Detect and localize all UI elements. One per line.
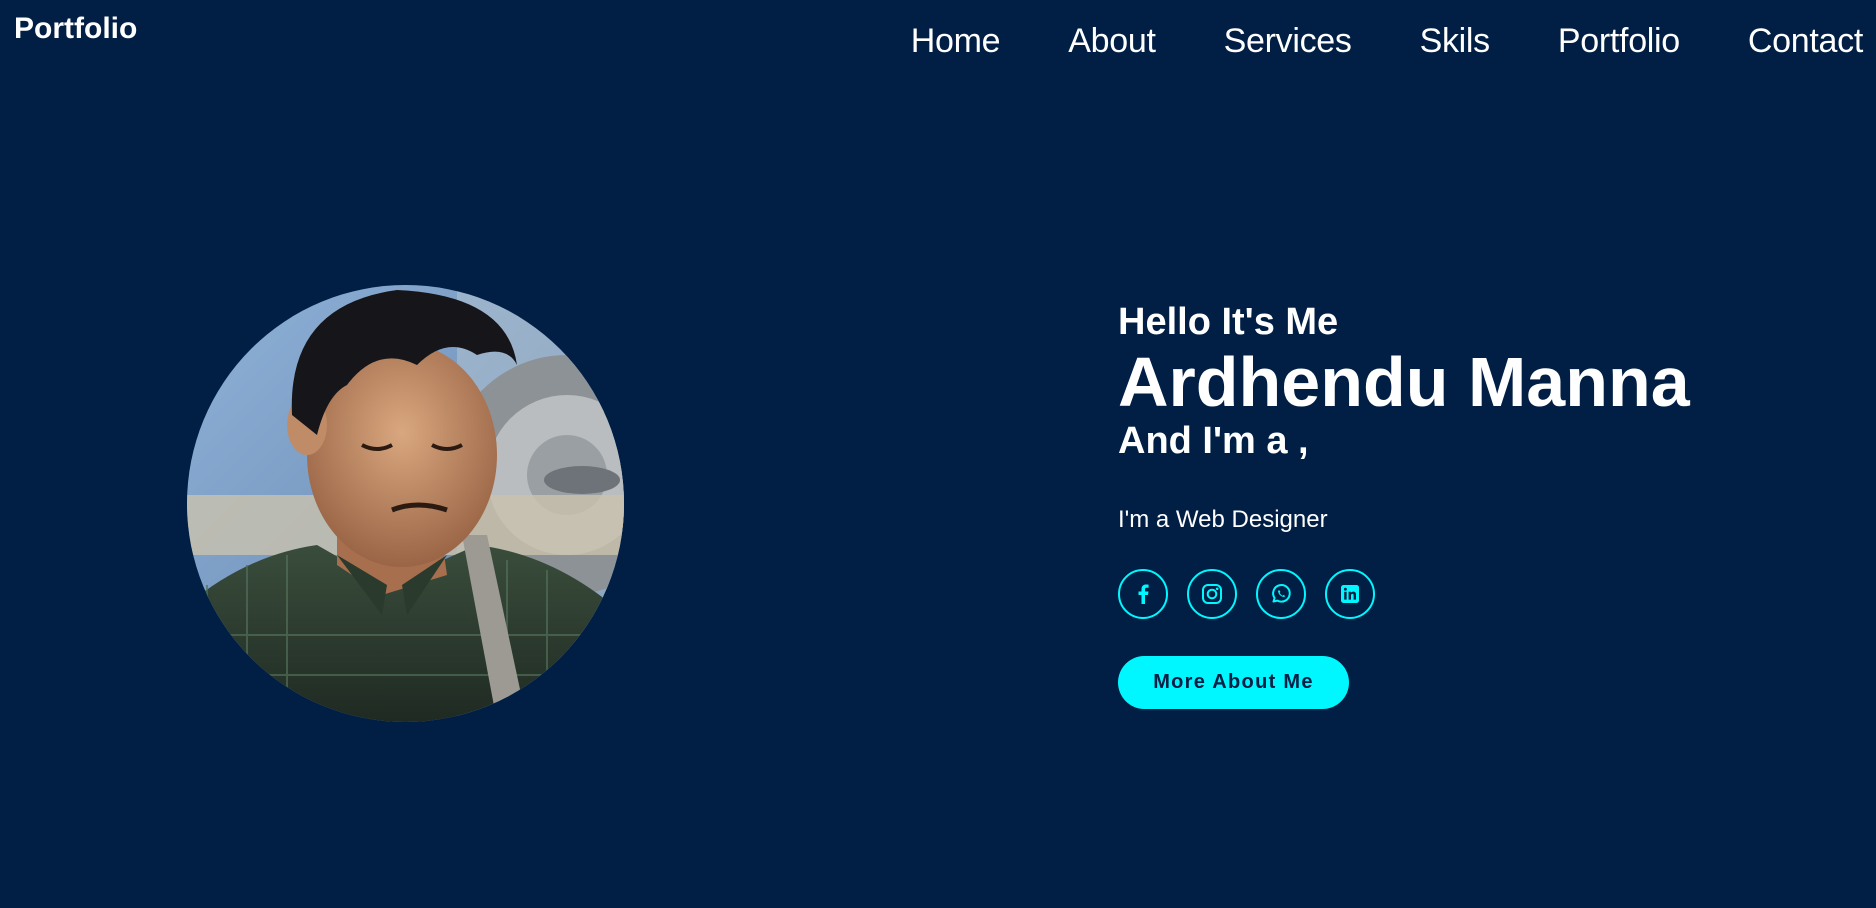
hero-name: Ardhendu Manna xyxy=(1118,343,1690,421)
hero-role-line: And I'm a , xyxy=(1118,420,1309,462)
nav-contact[interactable]: Contact xyxy=(1748,22,1863,61)
site-logo[interactable]: Portfolio xyxy=(14,12,137,46)
hero-subtitle: I'm a Web Designer xyxy=(1118,506,1328,533)
nav-about[interactable]: About xyxy=(1068,22,1156,61)
main-nav: Home About Services Skils Portfolio Cont… xyxy=(911,22,1864,61)
nav-portfolio[interactable]: Portfolio xyxy=(1558,22,1680,61)
page: Portfolio Home About Services Skils Port… xyxy=(0,0,1876,908)
social-links xyxy=(1118,569,1690,619)
hero-greeting: Hello It's Me xyxy=(1118,301,1339,343)
facebook-icon xyxy=(1138,584,1149,604)
instagram-icon xyxy=(1202,584,1222,604)
profile-photo-illustration xyxy=(187,285,624,722)
nav-home[interactable]: Home xyxy=(911,22,1001,61)
whatsapp-link[interactable] xyxy=(1256,569,1306,619)
facebook-link[interactable] xyxy=(1118,569,1168,619)
more-about-me-button[interactable]: More About Me xyxy=(1118,656,1349,709)
hero-section: Hello It's Me Ardhendu Manna And I'm a ,… xyxy=(1118,300,1690,709)
profile-photo xyxy=(187,285,624,722)
linkedin-icon xyxy=(1341,585,1359,603)
instagram-link[interactable] xyxy=(1187,569,1237,619)
nav-skils[interactable]: Skils xyxy=(1420,22,1491,61)
linkedin-link[interactable] xyxy=(1325,569,1375,619)
whatsapp-icon xyxy=(1272,584,1291,603)
nav-services[interactable]: Services xyxy=(1224,22,1352,61)
